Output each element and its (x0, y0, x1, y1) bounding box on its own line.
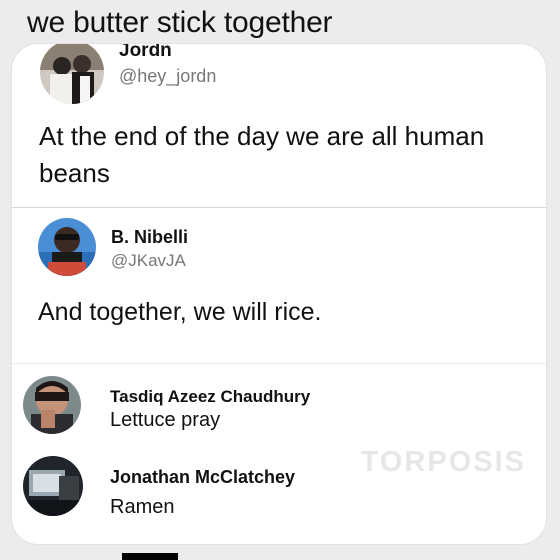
avatar-jordn[interactable] (40, 44, 104, 104)
reply1-author-name[interactable]: Tasdiq Azeez Chaudhury (110, 387, 310, 407)
tweet1-text: At the end of the day we are all human b… (39, 121, 485, 188)
tweet1-author-handle[interactable]: @hey_jordn (119, 66, 216, 87)
tweet2-author-handle[interactable]: @JKavJA (111, 251, 186, 271)
reply2-text: Ramen (110, 496, 175, 518)
divider (12, 363, 546, 364)
tweet1-author-name[interactable]: Jordn (119, 44, 172, 62)
meme-caption: we butter stick together (27, 6, 333, 39)
reply1-text: Lettuce pray (110, 409, 221, 431)
avatar-jonathan[interactable] (23, 456, 83, 516)
reply2-author-name[interactable]: Jonathan McClatchey (110, 467, 295, 488)
watermark: TORPOSIS (360, 446, 526, 478)
tweet2-text: And together, we will rice. (38, 298, 322, 326)
tweet-thread-card: Jordn @hey_jordn At the end of the day w… (12, 44, 546, 544)
tweet2-author-name[interactable]: B. Nibelli (111, 227, 188, 248)
avatar-b-nibelli[interactable] (38, 218, 96, 276)
cropped-bottom-mark (122, 553, 178, 560)
divider (12, 207, 546, 208)
avatar-tasdiq[interactable] (23, 376, 81, 434)
